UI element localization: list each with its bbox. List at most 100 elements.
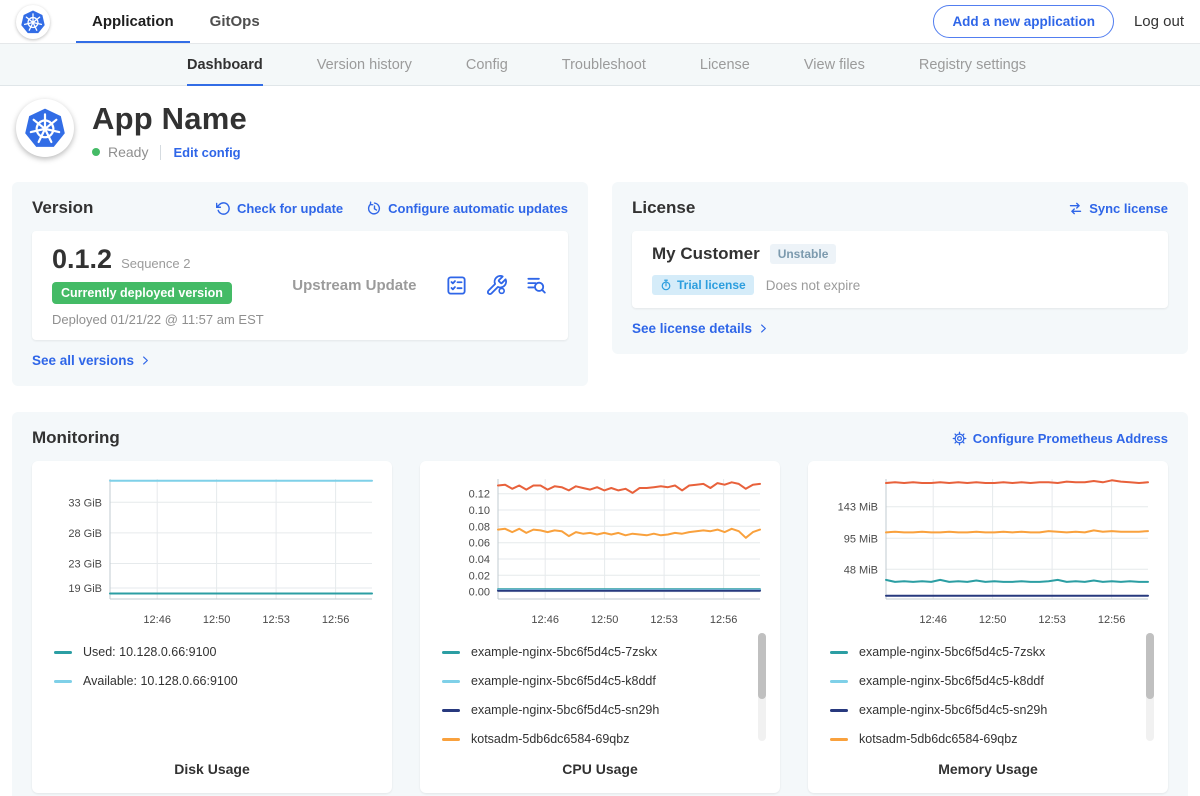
license-card: License Sync license My Customer Unstabl…: [612, 182, 1188, 354]
legend-item: kotsadm-5db6dc6584-69qbz: [830, 732, 1142, 746]
legend-item: example-nginx-5bc6f5d4c5-sn29h: [830, 703, 1142, 717]
license-card-title: License: [632, 198, 695, 218]
stopwatch-icon: [660, 279, 672, 291]
license-expiration: Does not expire: [766, 278, 861, 293]
tab-application[interactable]: Application: [74, 0, 192, 43]
see-all-versions-link[interactable]: See all versions: [32, 353, 151, 368]
chart-legend: Used: 10.128.0.66:9100 Available: 10.128.…: [44, 631, 380, 753]
legend-swatch: [54, 651, 72, 654]
svg-text:0.00: 0.00: [469, 587, 490, 599]
status-text: Ready: [108, 144, 148, 160]
legend-label: Available: 10.128.0.66:9100: [83, 674, 238, 688]
version-source: Upstream Update: [292, 277, 416, 294]
svg-text:28 GiB: 28 GiB: [68, 528, 102, 540]
svg-text:143 MiB: 143 MiB: [838, 502, 878, 514]
configure-automatic-updates-link[interactable]: Configure automatic updates: [367, 201, 568, 216]
svg-text:12:56: 12:56: [710, 614, 738, 626]
tab-troubleshoot[interactable]: Troubleshoot: [535, 44, 673, 85]
refresh-icon: [216, 201, 231, 216]
license-details-row: My Customer Unstable Trial license Does …: [632, 231, 1168, 308]
svg-text:12:53: 12:53: [262, 614, 290, 626]
legend-label: kotsadm-5db6dc6584-69qbz: [859, 732, 1017, 746]
legend-item: Available: 10.128.0.66:9100: [54, 674, 366, 688]
chevron-right-icon: [140, 355, 151, 366]
config-wrench-icon[interactable]: [485, 274, 508, 297]
version-sequence: Sequence 2: [121, 256, 190, 271]
svg-text:0.02: 0.02: [469, 570, 490, 582]
version-card-title: Version: [32, 198, 93, 218]
legend-item: Used: 10.128.0.66:9100: [54, 645, 366, 659]
svg-text:12:53: 12:53: [650, 614, 678, 626]
svg-text:12:50: 12:50: [203, 614, 231, 626]
version-card: Version Check for update Configure autom…: [12, 182, 588, 386]
deploy-logs-icon[interactable]: [525, 274, 548, 297]
charts-row: 33 GiB28 GiB23 GiB19 GiB12:4612:5012:531…: [32, 461, 1168, 793]
clock-refresh-icon: [367, 201, 382, 216]
disk-usage-chart: 33 GiB28 GiB23 GiB19 GiB12:4612:5012:531…: [32, 461, 392, 793]
legend-label: example-nginx-5bc6f5d4c5-sn29h: [859, 703, 1047, 717]
svg-text:95 MiB: 95 MiB: [844, 533, 878, 545]
legend-scrollbar[interactable]: [1146, 633, 1154, 741]
legend-scrollbar-thumb[interactable]: [1146, 633, 1154, 699]
svg-text:0.04: 0.04: [469, 554, 490, 566]
tab-dashboard[interactable]: Dashboard: [160, 44, 290, 85]
tab-license[interactable]: License: [673, 44, 777, 85]
page-title: App Name: [92, 101, 247, 137]
preflight-checks-icon[interactable]: [445, 274, 468, 297]
legend-swatch: [54, 680, 72, 683]
app-header: App Name Ready Edit config: [0, 86, 1200, 176]
kubernetes-logo[interactable]: [16, 5, 50, 39]
kubernetes-logo-icon: [20, 9, 46, 35]
chart-legend: example-nginx-5bc6f5d4c5-7zskx example-ng…: [432, 631, 768, 753]
legend-swatch: [830, 738, 848, 741]
svg-text:0.12: 0.12: [469, 489, 490, 501]
tab-gitops[interactable]: GitOps: [192, 0, 278, 43]
legend-swatch: [442, 680, 460, 683]
deployed-badge: Currently deployed version: [52, 282, 232, 304]
check-for-update-link[interactable]: Check for update: [216, 201, 343, 216]
deployed-timestamp: Deployed 01/21/22 @ 11:57 am EST: [52, 312, 264, 327]
legend-swatch: [830, 651, 848, 654]
legend-label: example-nginx-5bc6f5d4c5-k8ddf: [471, 674, 656, 688]
tab-view-files[interactable]: View files: [777, 44, 892, 85]
channel-badge: Unstable: [770, 244, 837, 264]
add-application-button[interactable]: Add a new application: [933, 5, 1114, 38]
chart-title: Memory Usage: [820, 753, 1156, 785]
legend-swatch: [442, 738, 460, 741]
legend-swatch: [442, 651, 460, 654]
gear-icon: [952, 431, 967, 446]
svg-text:48 MiB: 48 MiB: [844, 564, 878, 576]
svg-text:12:46: 12:46: [531, 614, 559, 626]
legend-item: example-nginx-5bc6f5d4c5-k8ddf: [830, 674, 1142, 688]
tab-registry-settings[interactable]: Registry settings: [892, 44, 1053, 85]
svg-text:12:46: 12:46: [143, 614, 171, 626]
svg-text:12:53: 12:53: [1038, 614, 1066, 626]
svg-text:12:50: 12:50: [591, 614, 619, 626]
svg-text:12:46: 12:46: [919, 614, 947, 626]
configure-prometheus-link[interactable]: Configure Prometheus Address: [952, 431, 1168, 446]
tab-config[interactable]: Config: [439, 44, 535, 85]
svg-text:23 GiB: 23 GiB: [68, 559, 102, 571]
legend-scrollbar-thumb[interactable]: [758, 633, 766, 699]
chart-plot: 143 MiB95 MiB48 MiB12:4612:5012:5312:56: [820, 473, 1156, 631]
sync-license-link[interactable]: Sync license: [1068, 201, 1168, 216]
chart-title: CPU Usage: [432, 753, 768, 785]
legend-scrollbar[interactable]: [758, 633, 766, 741]
legend-label: example-nginx-5bc6f5d4c5-k8ddf: [859, 674, 1044, 688]
logout-button[interactable]: Log out: [1134, 13, 1184, 30]
legend-label: example-nginx-5bc6f5d4c5-7zskx: [859, 645, 1045, 659]
tab-version-history[interactable]: Version history: [290, 44, 439, 85]
chart-plot: 0.120.100.080.060.040.020.0012:4612:5012…: [432, 473, 768, 631]
memory-usage-chart: 143 MiB95 MiB48 MiB12:4612:5012:5312:56e…: [808, 461, 1168, 793]
chart-title: Disk Usage: [44, 753, 380, 785]
legend-label: Used: 10.128.0.66:9100: [83, 645, 216, 659]
chart-plot: 33 GiB28 GiB23 GiB19 GiB12:4612:5012:531…: [44, 473, 380, 631]
legend-swatch: [830, 680, 848, 683]
version-number: 0.1.2: [52, 244, 112, 275]
legend-item: example-nginx-5bc6f5d4c5-7zskx: [830, 645, 1142, 659]
see-license-details-link[interactable]: See license details: [632, 321, 769, 336]
legend-label: example-nginx-5bc6f5d4c5-sn29h: [471, 703, 659, 717]
legend-item: example-nginx-5bc6f5d4c5-7zskx: [442, 645, 754, 659]
svg-text:12:56: 12:56: [322, 614, 350, 626]
edit-config-link[interactable]: Edit config: [173, 145, 240, 160]
